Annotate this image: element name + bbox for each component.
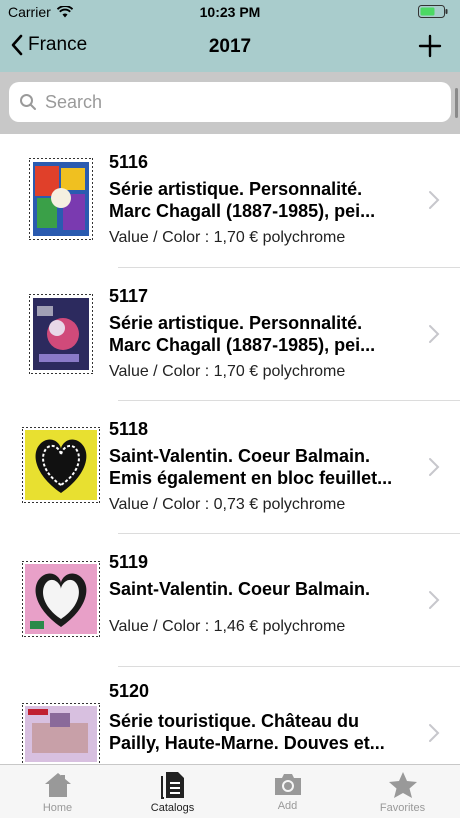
search-field[interactable] (9, 82, 451, 122)
description-line: Saint-Valentin. Coeur Balmain. (109, 579, 371, 599)
stamp-number: 5120 (109, 681, 150, 701)
list-item[interactable]: 5116 Série artistique. Personnalité. Mar… (0, 134, 460, 267)
description-line: Saint-Valentin. Coeur Balmain. (109, 446, 371, 466)
scroll-indicator (455, 88, 458, 118)
navigation-header: Carrier 10:23 PM France 2017 (0, 0, 460, 72)
home-icon (44, 773, 71, 797)
status-time: 10:23 PM (199, 4, 261, 20)
plus-icon[interactable] (418, 34, 442, 58)
tab-favorites[interactable]: Favorites (345, 765, 460, 818)
stamp-value: Value / Color : 1,70 € polychrome (109, 363, 346, 380)
chevron-right-icon (429, 724, 440, 742)
tab-catalogs[interactable]: Catalogs (115, 765, 230, 818)
stamp-thumbnail (22, 561, 100, 637)
catalog-icon (160, 772, 184, 799)
nav-bar: France 2017 (0, 24, 460, 72)
chevron-right-icon (429, 191, 440, 209)
stamp-description: Saint-Valentin. Coeur Balmain. (109, 578, 414, 600)
page-title: 2017 (208, 36, 252, 57)
stamp-value: Value / Color : 0,73 € polychrome (109, 496, 346, 513)
search-input[interactable] (45, 91, 425, 113)
tab-bar: Home Catalogs Add Favorites (0, 764, 460, 818)
battery-icon (418, 5, 448, 18)
description-line: Série touristique. Château du (109, 711, 360, 731)
list-item[interactable]: 5120 Série touristique. Château du Paill… (0, 667, 460, 764)
stamp-thumbnail (22, 427, 100, 503)
stamp-value: Value / Color : 1,46 € polychrome (109, 618, 346, 635)
stamp-number: 5119 (109, 552, 149, 572)
tab-label: Catalogs (150, 802, 195, 814)
status-bar: Carrier 10:23 PM (0, 0, 460, 24)
stamp-description: Série artistique. Personnalité. Marc Cha… (109, 178, 414, 222)
tab-add[interactable]: Add (230, 765, 345, 818)
stamp-number: 5118 (109, 419, 149, 439)
description-line: Série artistique. Personnalité. (109, 313, 363, 333)
stamp-description: Série touristique. Château du Pailly, Ha… (109, 710, 414, 754)
camera-icon (274, 774, 301, 795)
chevron-right-icon (429, 458, 440, 476)
tab-label: Home (42, 802, 73, 814)
tab-home[interactable]: Home (0, 765, 115, 818)
description-line: Emis également en bloc feuillet... (109, 468, 393, 488)
stamp-thumbnail (29, 294, 93, 374)
chevron-right-icon (429, 591, 440, 609)
tab-label: Favorites (379, 802, 426, 814)
description-line: Marc Chagall (1887-1985), pei... (109, 335, 376, 355)
stamp-number: 5117 (109, 286, 149, 306)
description-line: Marc Chagall (1887-1985), pei... (109, 201, 376, 221)
list-item[interactable]: 5117 Série artistique. Personnalité. Mar… (0, 268, 460, 401)
stamp-value: Value / Color : 1,70 € polychrome (109, 229, 346, 246)
description-line: Série artistique. Personnalité. (109, 179, 363, 199)
stamp-description: Série artistique. Personnalité. Marc Cha… (109, 312, 414, 356)
stamp-description: Saint-Valentin. Coeur Balmain. Emis égal… (109, 445, 414, 489)
description-line: Pailly, Haute-Marne. Douves et... (109, 733, 385, 753)
list-item[interactable]: 5118 Saint-Valentin. Coeur Balmain. Emis… (0, 401, 460, 534)
search-bar (0, 72, 460, 134)
stamp-number: 5116 (109, 152, 149, 172)
tab-label: Add (277, 800, 298, 812)
stamp-thumbnail (29, 158, 93, 240)
stamp-list: 5116 Série artistique. Personnalité. Mar… (0, 134, 460, 764)
search-icon (20, 94, 36, 110)
stamp-thumbnail (22, 703, 100, 764)
list-item[interactable]: 5119 Saint-Valentin. Coeur Balmain. Valu… (0, 534, 460, 667)
chevron-right-icon (429, 325, 440, 343)
star-icon (388, 772, 417, 798)
